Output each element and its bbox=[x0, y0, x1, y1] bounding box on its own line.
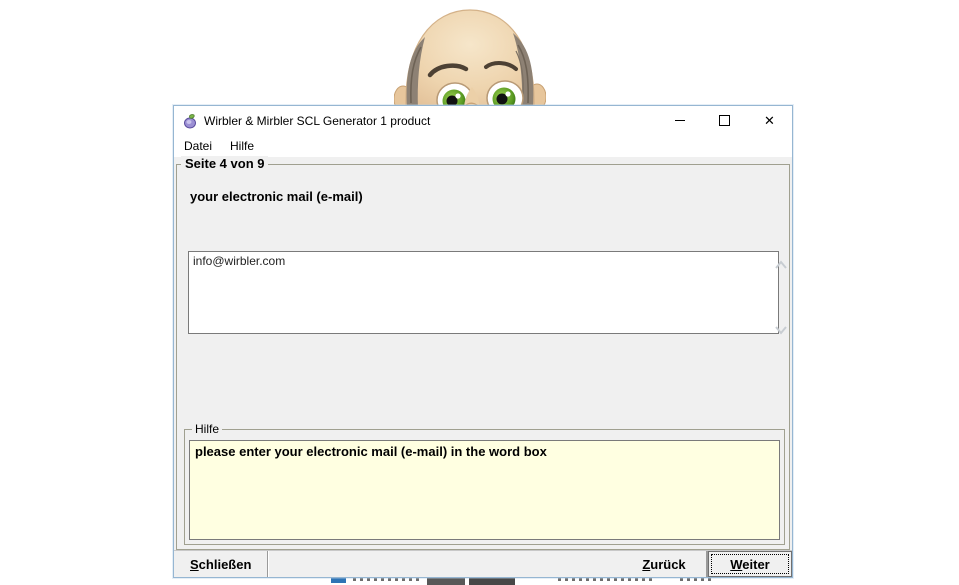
close-button[interactable]: Schließen bbox=[174, 551, 269, 577]
app-window: Wirbler & Mirbler SCL Generator 1 produc… bbox=[173, 105, 793, 578]
next-button-label: eiter bbox=[742, 556, 770, 572]
chevron-up-icon[interactable] bbox=[774, 260, 788, 270]
help-groupbox: Hilfe please enter your electronic mail … bbox=[184, 422, 785, 545]
page-groupbox: Seite 4 von 9 your electronic mail (e-ma… bbox=[176, 156, 790, 550]
menu-item-hilfe[interactable]: Hilfe bbox=[222, 137, 262, 155]
maximize-button[interactable] bbox=[702, 106, 747, 135]
page-title: Seite 4 von 9 bbox=[181, 156, 269, 172]
background-fragment bbox=[427, 578, 465, 585]
email-input[interactable]: info@wirbler.com bbox=[188, 251, 779, 334]
help-group-title: Hilfe bbox=[192, 422, 223, 436]
next-button-container: Weiter bbox=[707, 551, 792, 577]
next-button-accel: W bbox=[730, 556, 743, 572]
peeking-man-head-icon bbox=[393, 9, 547, 118]
email-field-label: your electronic mail (e-mail) bbox=[190, 189, 363, 204]
window-title: Wirbler & Mirbler SCL Generator 1 produc… bbox=[204, 113, 431, 128]
close-button-label: chließen bbox=[198, 556, 252, 572]
back-button-label: urück bbox=[650, 556, 686, 572]
minimize-icon bbox=[674, 120, 685, 121]
close-icon: ✕ bbox=[764, 113, 775, 128]
close-window-button[interactable]: ✕ bbox=[747, 106, 792, 135]
button-row: Schließen Zurück Weiter bbox=[174, 550, 792, 577]
titlebar[interactable]: Wirbler & Mirbler SCL Generator 1 produc… bbox=[174, 106, 792, 135]
client-area: Seite 4 von 9 your electronic mail (e-ma… bbox=[174, 156, 792, 577]
background-fragment bbox=[469, 578, 515, 585]
next-button[interactable]: Weiter bbox=[708, 551, 792, 577]
maximize-icon bbox=[719, 115, 730, 126]
peeking-man-illustration bbox=[393, 3, 547, 118]
back-button[interactable]: Zurück bbox=[622, 551, 707, 577]
button-row-spacer bbox=[268, 551, 622, 577]
help-text: please enter your electronic mail (e-mai… bbox=[189, 440, 780, 540]
close-button-accel: S bbox=[190, 556, 199, 572]
menubar: Datei Hilfe bbox=[174, 135, 792, 157]
minimize-button[interactable] bbox=[657, 106, 702, 135]
app-icon bbox=[184, 113, 196, 128]
menu-item-datei[interactable]: Datei bbox=[176, 137, 220, 155]
chevron-down-icon[interactable] bbox=[774, 325, 788, 335]
